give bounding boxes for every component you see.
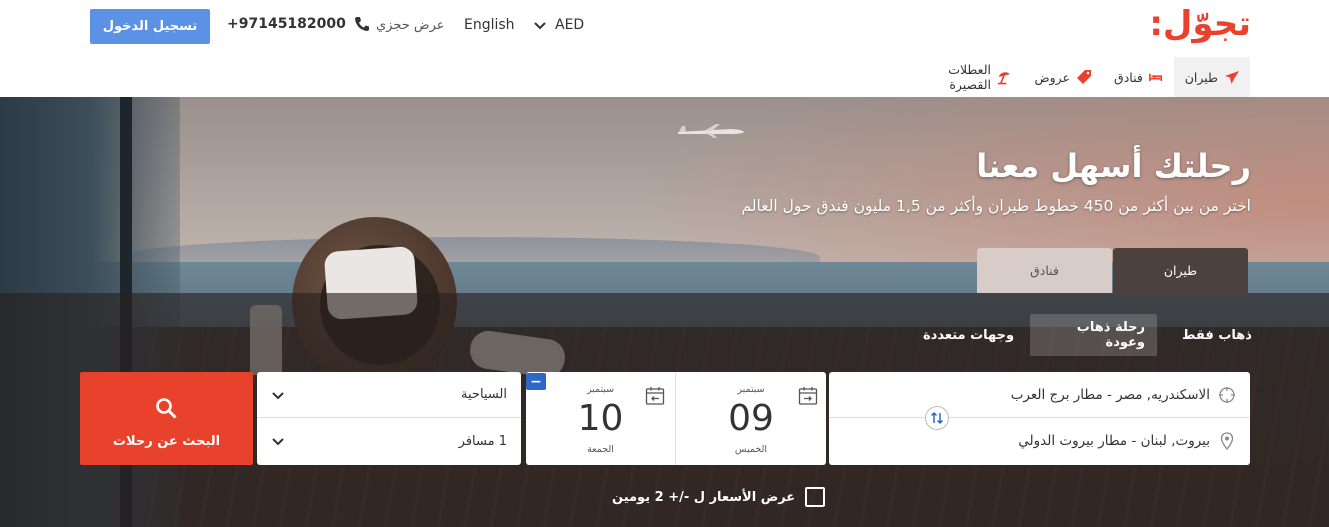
origin-value: الاسكندريه, مصر - مطار برج العرب	[1010, 386, 1210, 403]
return-weekday: الجمعة	[587, 444, 614, 455]
passengers-value: 1 مسافر	[458, 433, 507, 449]
depart-weekday: الخميس	[734, 444, 768, 455]
search-flights-label: البحث عن رحلات	[112, 434, 221, 449]
nav-item-deals[interactable]: عروض	[1024, 57, 1102, 97]
hero-subtitle: اختر من بين أكثر من 450 خطوط طيران وأكثر…	[741, 197, 1251, 215]
destination-field[interactable]: بيروت, لبنان - مطار بيروت الدولي	[829, 418, 1250, 464]
hero-section: رحلتك أسهل معنا اختر من بين أكثر من 450 …	[0, 97, 1329, 527]
chevron-down-icon	[272, 391, 284, 399]
currency-label: AED	[555, 17, 585, 33]
nav-item-hotels[interactable]: فنادق	[1104, 57, 1172, 97]
tab-flights[interactable]: طيران	[1113, 248, 1248, 293]
passengers-select[interactable]: 1 مسافر	[257, 418, 521, 464]
nav-item-flights[interactable]: طيران	[1174, 57, 1250, 97]
crosshair-icon	[1219, 386, 1235, 403]
cabin-class-value: السياحية	[461, 387, 507, 402]
my-booking-link[interactable]: عرض حجزي	[376, 18, 445, 33]
login-button[interactable]: تسجيل الدخول	[90, 9, 210, 44]
tag-icon	[1077, 70, 1091, 84]
trip-type-multi-city[interactable]: وجهات متعددة	[911, 314, 1026, 356]
phone-number[interactable]: +97145182000	[227, 16, 370, 32]
phone-icon	[354, 17, 369, 31]
language-switch[interactable]: English	[464, 17, 515, 33]
destination-value: بيروت, لبنان - مطار بيروت الدولي	[1018, 433, 1210, 449]
hero-title: رحلتك أسهل معنا	[976, 147, 1251, 185]
trip-type-round-trip[interactable]: رحلة ذهاب وعودة	[1030, 314, 1157, 356]
currency-selector[interactable]: AED	[533, 17, 584, 33]
hero-airplane-image	[678, 124, 744, 138]
flexible-dates-checkbox[interactable]	[805, 487, 826, 507]
nav-item-short-breaks[interactable]: العطلات القصيرة	[898, 57, 1022, 97]
nav-label: فنادق	[1114, 69, 1143, 85]
nav-label: عروض	[1034, 69, 1070, 85]
location-pin-icon	[1220, 432, 1234, 450]
top-bar: تجوّل: AED English عرض حجزي +97145182000…	[0, 0, 1329, 55]
depart-month: سبتمبر	[737, 384, 765, 395]
plane-icon	[1225, 71, 1239, 84]
minus-icon: −	[530, 373, 542, 390]
nav-label: طيران	[1184, 69, 1218, 85]
beach-umbrella-icon	[997, 72, 1011, 85]
brand-logo[interactable]: تجوّل:	[1149, 4, 1252, 44]
flexible-dates-label: عرض الأسعار ل -/+ 2 يومين	[612, 489, 796, 505]
return-day: 10	[577, 398, 624, 439]
depart-day: 09	[728, 398, 774, 439]
return-month: سبتمبر	[586, 384, 615, 395]
swap-arrows-icon	[930, 411, 944, 425]
nav-label: العطلات القصيرة	[948, 62, 991, 92]
route-fields: الاسكندريه, مصر - مطار برج العرب بيروت, …	[829, 372, 1250, 465]
trip-type-one-way[interactable]: ذهاب فقط	[1170, 314, 1264, 356]
date-fields: سبتمبر 09 الخميس سبتمبر 10 الجمعة	[526, 372, 826, 465]
tab-hotels[interactable]: فنادق	[977, 248, 1112, 293]
travel-options: السياحية 1 مسافر	[257, 372, 521, 465]
depart-date-field[interactable]: سبتمبر 09 الخميس	[676, 372, 826, 465]
bed-icon	[1148, 73, 1162, 82]
phone-label: +97145182000	[227, 16, 346, 32]
main-nav: طيران فنادق عروض العطلات القصيرة	[0, 57, 1329, 97]
return-date-field[interactable]: سبتمبر 10 الجمعة	[526, 372, 676, 465]
search-icon	[156, 398, 177, 419]
swap-route-button[interactable]	[925, 406, 949, 430]
flexible-dates-option[interactable]: عرض الأسعار ل -/+ 2 يومين	[612, 487, 826, 507]
chevron-down-icon	[534, 22, 546, 30]
search-flights-button[interactable]: البحث عن رحلات	[80, 372, 253, 465]
chevron-down-icon	[272, 438, 284, 446]
remove-return-button[interactable]: −	[526, 373, 546, 390]
origin-field[interactable]: الاسكندريه, مصر - مطار برج العرب	[829, 372, 1250, 418]
cabin-class-select[interactable]: السياحية	[257, 372, 521, 418]
